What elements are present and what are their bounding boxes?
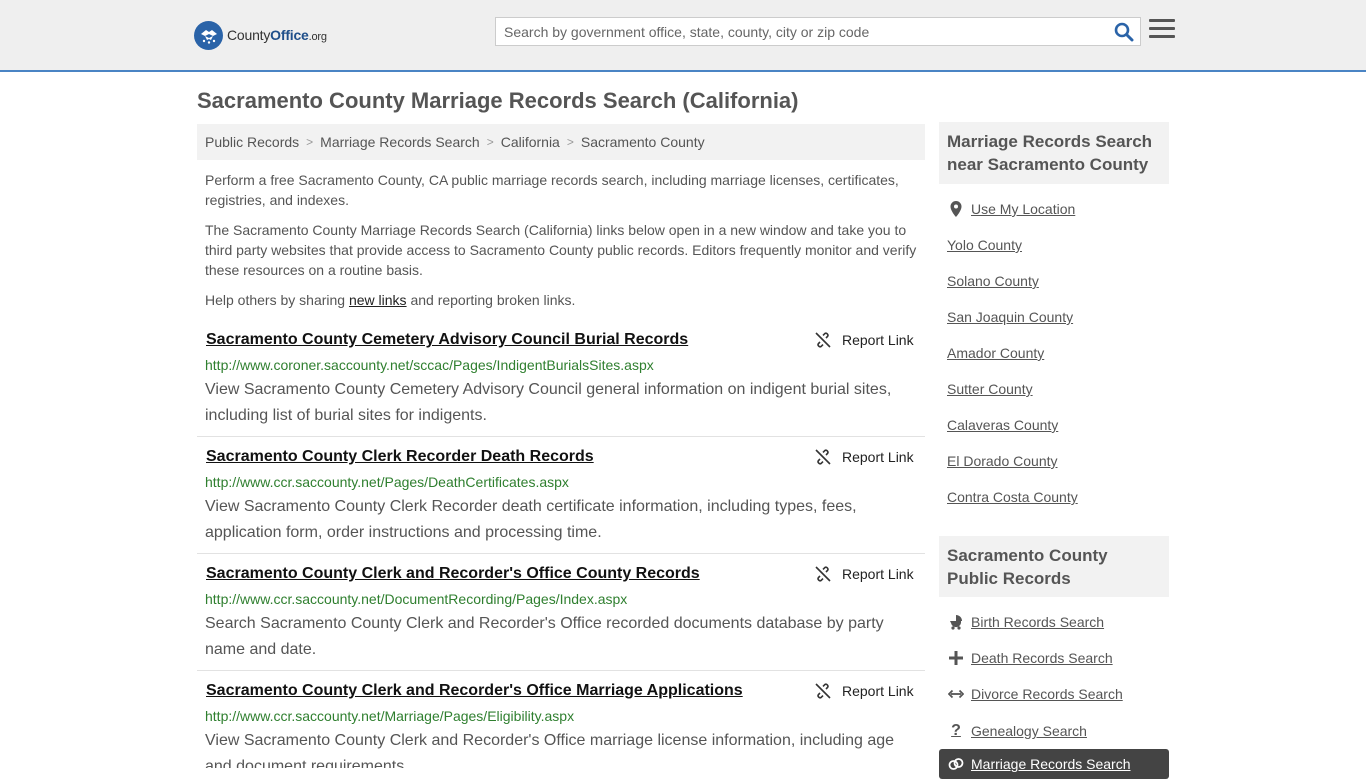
- listing-url[interactable]: http://www.ccr.saccounty.net/Pages/Death…: [205, 474, 569, 490]
- sidebar-nearby-heading: Marriage Records Search near Sacramento …: [939, 122, 1169, 184]
- search-icon[interactable]: [1114, 22, 1134, 42]
- sidebar-item-genealogy[interactable]: ? Genealogy Search: [947, 722, 1087, 740]
- intro-paragraph-2: The Sacramento County Marriage Records S…: [205, 222, 917, 278]
- site-logo[interactable]: CountyOffice.org: [194, 20, 327, 50]
- listing-url[interactable]: http://www.ccr.saccounty.net/DocumentRec…: [205, 591, 627, 607]
- logo-text-county: County: [227, 27, 271, 43]
- listing-title-link[interactable]: Sacramento County Clerk Recorder Death R…: [206, 448, 594, 466]
- sidebar-item-divorce-records[interactable]: Divorce Records Search: [947, 686, 1123, 702]
- listing-description: View Sacramento County Clerk and Recorde…: [205, 732, 895, 768]
- listing-description: View Sacramento County Cemetery Advisory…: [205, 381, 892, 424]
- top-bar: CountyOffice.org: [0, 0, 1366, 72]
- share-note: Help others by sharing new links and rep…: [205, 290, 920, 310]
- new-links-link[interactable]: new links: [349, 292, 407, 308]
- use-my-location-link[interactable]: Use My Location: [947, 201, 1075, 217]
- breadcrumb: Public Records > Marriage Records Search…: [197, 124, 925, 160]
- listing-divider: [197, 436, 925, 437]
- report-link-label: Report Link: [842, 332, 914, 348]
- baby-carriage-icon: [947, 614, 965, 630]
- report-link-button[interactable]: Report Link: [815, 332, 914, 348]
- listing-divider: [197, 553, 925, 554]
- intro-paragraph-1: Perform a free Sacramento County, CA pub…: [205, 172, 899, 208]
- map-marker-icon: [947, 201, 965, 217]
- listing-title-link[interactable]: Sacramento County Clerk and Recorder's O…: [206, 565, 700, 583]
- nearby-county-amador[interactable]: Amador County: [947, 345, 1044, 361]
- report-link-label: Report Link: [842, 449, 914, 465]
- listing-title-link[interactable]: Sacramento County Clerk and Recorder's O…: [206, 682, 743, 700]
- chevron-right-icon: >: [486, 135, 494, 149]
- chevron-right-icon: >: [566, 135, 574, 149]
- sidebar-item-label: Birth Records Search: [971, 614, 1105, 630]
- share-text-before: Help others by sharing: [205, 292, 349, 308]
- sidebar-public-records-heading: Sacramento County Public Records: [939, 536, 1169, 597]
- question-mark-icon: ?: [951, 722, 961, 739]
- nearby-county-yolo[interactable]: Yolo County: [947, 237, 1022, 253]
- site-search: [495, 17, 1141, 46]
- sidebar-item-label: Death Records Search: [971, 650, 1113, 666]
- list-item: Sacramento County Clerk and Recorder's O…: [197, 682, 925, 768]
- breadcrumb-public-records[interactable]: Public Records: [205, 134, 299, 150]
- breadcrumb-california[interactable]: California: [501, 134, 560, 150]
- report-link-label: Report Link: [842, 683, 914, 699]
- report-link-button[interactable]: Report Link: [815, 449, 914, 465]
- sidebar-item-label: Genealogy Search: [971, 723, 1087, 739]
- listing-description: Search Sacramento County Clerk and Recor…: [205, 615, 884, 658]
- hamburger-menu-icon[interactable]: [1149, 19, 1175, 43]
- nearby-county-san-joaquin[interactable]: San Joaquin County: [947, 309, 1073, 325]
- rings-icon: [947, 757, 965, 771]
- logo-text-office: Office: [270, 27, 309, 43]
- report-link-label: Report Link: [842, 566, 914, 582]
- sidebar-item-label: Divorce Records Search: [971, 686, 1123, 702]
- nearby-county-solano[interactable]: Solano County: [947, 273, 1039, 289]
- breadcrumb-sacramento-county[interactable]: Sacramento County: [581, 134, 705, 150]
- listing-description: View Sacramento County Clerk Recorder de…: [205, 498, 857, 541]
- arrows-split-icon: [947, 688, 965, 700]
- page-title: Sacramento County Marriage Records Searc…: [197, 88, 799, 113]
- cross-icon: [947, 651, 965, 665]
- report-link-button[interactable]: Report Link: [815, 683, 914, 699]
- listing-url[interactable]: http://www.coroner.saccounty.net/sccac/P…: [205, 357, 654, 373]
- sidebar-item-marriage-records-active[interactable]: Marriage Records Search: [939, 749, 1169, 779]
- use-my-location-label: Use My Location: [971, 201, 1076, 217]
- nearby-county-contra-costa[interactable]: Contra Costa County: [947, 489, 1078, 505]
- report-link-button[interactable]: Report Link: [815, 566, 914, 582]
- logo-text-tld: .org: [308, 31, 327, 43]
- listing-divider: [197, 670, 925, 671]
- broken-link-icon: [815, 683, 831, 699]
- sidebar-item-label: Marriage Records Search: [971, 756, 1131, 772]
- broken-link-icon: [815, 449, 831, 465]
- broken-link-icon: [815, 332, 831, 348]
- listing-title-link[interactable]: Sacramento County Cemetery Advisory Coun…: [206, 331, 688, 349]
- sidebar-item-birth-records[interactable]: Birth Records Search: [947, 614, 1104, 630]
- breadcrumb-marriage-records[interactable]: Marriage Records Search: [320, 134, 480, 150]
- search-input[interactable]: [496, 18, 1096, 45]
- listing-url[interactable]: http://www.ccr.saccounty.net/Marriage/Pa…: [205, 708, 574, 724]
- logo-seal-icon: [194, 20, 223, 50]
- chevron-right-icon: >: [306, 135, 314, 149]
- logo-wordmark: CountyOffice.org: [227, 27, 327, 43]
- nearby-county-calaveras[interactable]: Calaveras County: [947, 417, 1058, 433]
- nearby-county-el-dorado[interactable]: El Dorado County: [947, 453, 1058, 469]
- sidebar-item-death-records[interactable]: Death Records Search: [947, 650, 1113, 666]
- share-text-after: and reporting broken links.: [406, 292, 576, 308]
- nearby-county-sutter[interactable]: Sutter County: [947, 381, 1033, 397]
- broken-link-icon: [815, 566, 831, 582]
